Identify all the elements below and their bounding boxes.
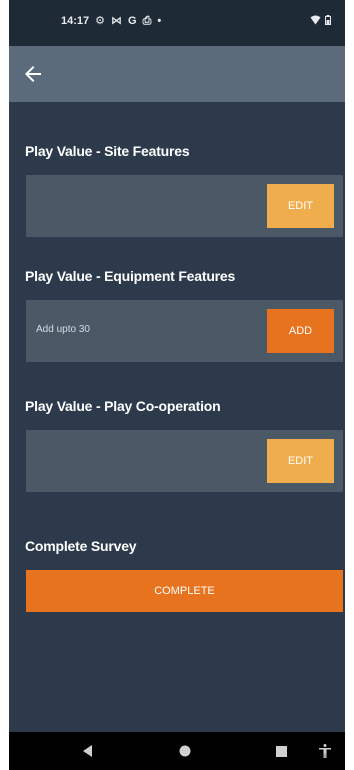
settings-icon: ⚙: [95, 14, 106, 27]
battery-icon: [325, 15, 331, 28]
status-bar: 14:17 ⚙ ⋈ G ⎙ •: [9, 0, 345, 46]
equipment-features-card-text: Add upto 30: [36, 324, 90, 335]
equipment-features-add-button[interactable]: ADD: [267, 309, 334, 353]
section-title-equipment-features: Play Value - Equipment Features: [25, 268, 236, 284]
mail-icon: ⋈: [111, 14, 123, 27]
app-bar: [9, 46, 345, 102]
wifi-icon: [310, 15, 321, 28]
section-title-site-features: Play Value - Site Features: [25, 143, 190, 159]
equipment-features-card: Add upto 30 ADD: [26, 300, 343, 362]
system-nav-bar: [9, 732, 345, 770]
dot-icon: •: [157, 14, 162, 27]
nav-back-icon[interactable]: [78, 741, 98, 761]
accessibility-icon[interactable]: [315, 741, 335, 761]
app-screen: 14:17 ⚙ ⋈ G ⎙ • Play Value - Site Featur…: [9, 0, 345, 770]
print-icon: ⎙: [142, 14, 152, 27]
nav-recents-icon[interactable]: [271, 741, 291, 761]
status-left: 14:17 ⚙ ⋈ G ⎙ •: [61, 15, 161, 27]
complete-button[interactable]: COMPLETE: [26, 570, 343, 612]
site-features-card: EDIT: [26, 175, 343, 237]
complete-survey-title: Complete Survey: [25, 538, 137, 554]
status-time: 14:17: [61, 15, 90, 27]
play-cooperation-edit-button[interactable]: EDIT: [267, 439, 334, 483]
google-icon: G: [128, 14, 137, 27]
section-title-play-cooperation: Play Value - Play Co-operation: [25, 398, 221, 414]
nav-home-icon[interactable]: [175, 741, 195, 761]
arrow-left-icon[interactable]: [21, 62, 45, 86]
site-features-edit-button[interactable]: EDIT: [267, 184, 334, 228]
play-cooperation-card: EDIT: [26, 430, 343, 492]
status-right: [310, 15, 331, 28]
